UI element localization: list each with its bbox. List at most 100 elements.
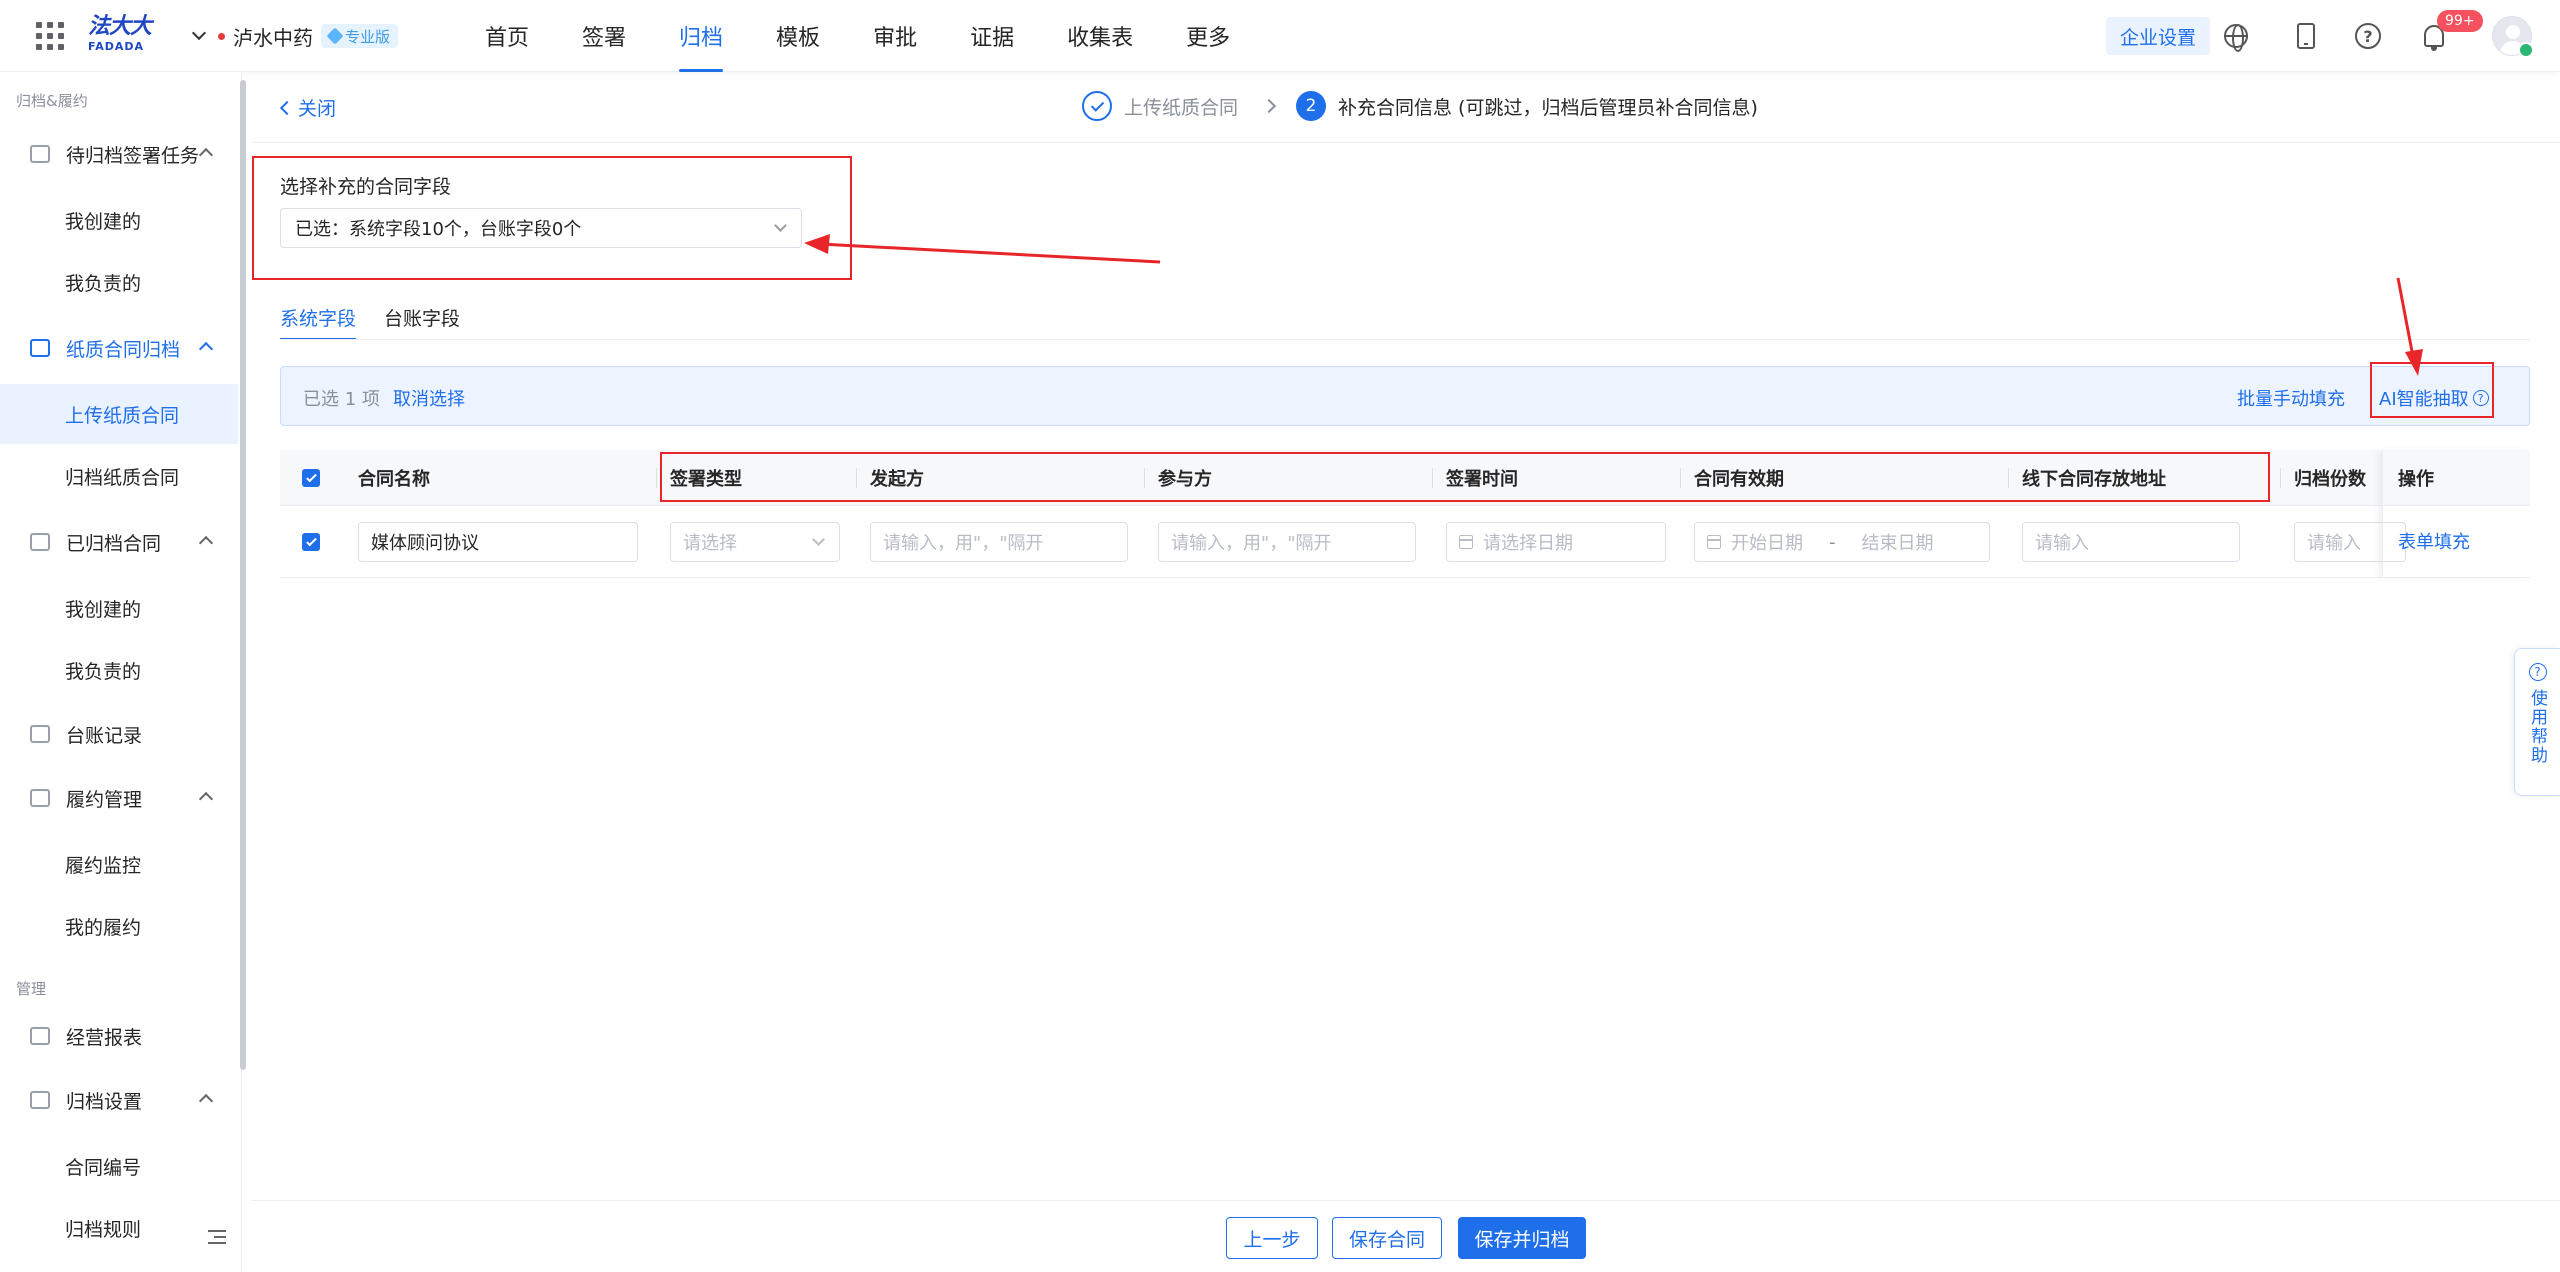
sidebar-item-archive-paper[interactable]: 归档纸质合同 xyxy=(0,446,238,506)
collapse-sidebar-icon[interactable] xyxy=(208,1230,226,1244)
tab-system-fields[interactable]: 系统字段 xyxy=(280,300,357,340)
contract-name-input[interactable]: 媒体顾问协议 xyxy=(358,522,638,562)
sidebar-item-paper-archive[interactable]: 纸质合同归档 xyxy=(0,318,238,378)
chevron-up-icon xyxy=(198,791,214,807)
sidebar-item-contract-numbering[interactable]: 合同编号 xyxy=(0,1136,238,1196)
edition-badge: 专业版 xyxy=(321,24,399,48)
sidebar-item-pending-created[interactable]: 我创建的 xyxy=(0,190,238,250)
sidebar-item-ledger-records[interactable]: 台账记录 xyxy=(0,704,238,764)
main-nav: 首页 签署 归档 模板 审批 证据 收集表 更多 xyxy=(472,0,1270,72)
tabs-divider xyxy=(280,339,2530,340)
help-float-button[interactable]: ? 使用帮助 xyxy=(2514,648,2560,796)
selection-count: 已选 1 项 xyxy=(303,389,380,410)
sidebar-item-label: 待归档签署任务 xyxy=(66,144,200,167)
mobile-icon xyxy=(2297,23,2315,49)
status-dot xyxy=(218,32,225,40)
edition-badge-label: 专业版 xyxy=(345,27,391,46)
nav-archive[interactable]: 归档 xyxy=(666,0,736,72)
form-fill-link[interactable]: 表单填充 xyxy=(2398,528,2470,554)
chevron-up-icon xyxy=(198,147,214,163)
step-2-number: 2 xyxy=(1296,91,1327,121)
chevron-down-icon xyxy=(191,25,207,41)
nav-evidence[interactable]: 证据 xyxy=(957,0,1027,72)
chevron-up-icon xyxy=(198,341,214,357)
sidebar-group-title: 管理 xyxy=(16,980,47,998)
diamond-icon xyxy=(326,27,344,45)
column-divider xyxy=(656,468,657,488)
sidebar-item-pending-tasks[interactable]: 待归档签署任务 xyxy=(0,124,238,184)
range-separator: - xyxy=(1829,531,1836,553)
cancel-selection-button[interactable]: 取消选择 xyxy=(393,385,465,411)
sidebar-item-archived-contracts[interactable]: 已归档合同 xyxy=(0,512,238,572)
nav-home[interactable]: 首页 xyxy=(472,0,542,72)
sidebar-item-my-performance[interactable]: 我的履约 xyxy=(0,896,238,956)
mobile-button[interactable] xyxy=(2292,22,2320,50)
logo-text: 法大大 xyxy=(88,14,152,39)
ledger-icon xyxy=(30,725,50,743)
batch-fill-button[interactable]: 批量手动填充 xyxy=(2237,385,2345,411)
document-icon xyxy=(30,339,50,357)
chevron-right-icon xyxy=(1261,98,1277,114)
step-2-label: 补充合同信息 (可跳过，归档后管理员补合同信息) xyxy=(1338,96,1758,119)
row-checkbox[interactable] xyxy=(302,533,320,551)
sidebar-item-archive-settings[interactable]: 归档设置 xyxy=(0,1070,238,1130)
help-button[interactable]: ? xyxy=(2354,22,2382,50)
sidebar-item-archive-rules[interactable]: 归档规则 xyxy=(0,1198,238,1258)
sign-type-placeholder: 请选择 xyxy=(683,533,737,554)
bar-chart-icon xyxy=(30,1027,50,1045)
nav-sign[interactable]: 签署 xyxy=(569,0,639,72)
org-switcher[interactable]: 泸水中药 专业版 xyxy=(191,22,399,50)
language-button[interactable] xyxy=(2222,22,2250,52)
sidebar-group-title: 归档&履约 xyxy=(16,92,88,110)
tab-ledger-fields[interactable]: 台账字段 xyxy=(384,300,460,340)
enterprise-settings-button[interactable]: 企业设置 xyxy=(2106,17,2211,55)
sidebar-scrollbar[interactable] xyxy=(240,80,246,1070)
sidebar-item-archived-created[interactable]: 我创建的 xyxy=(0,578,238,638)
initiator-input[interactable]: 请输入，用"，"隔开 xyxy=(870,522,1128,562)
sign-time-picker[interactable]: 请选择日期 xyxy=(1446,522,1666,562)
sign-type-select[interactable]: 请选择 xyxy=(670,522,840,562)
contract-name-value: 媒体顾问协议 xyxy=(371,533,479,554)
archive-box-icon xyxy=(30,533,50,551)
initiator-placeholder: 请输入，用"，"隔开 xyxy=(883,533,1044,554)
main-content: 关闭 上传纸质合同 2 补充合同信息 (可跳过，归档后管理员补合同信息) 选择补… xyxy=(252,72,2560,1272)
prev-step-button[interactable]: 上一步 xyxy=(1226,1217,1318,1259)
participant-placeholder: 请输入，用"，"隔开 xyxy=(1171,533,1332,554)
fadada-logo[interactable]: 法大大 FADADA xyxy=(88,16,154,56)
sidebar-item-performance-mgmt[interactable]: 履约管理 xyxy=(0,768,238,828)
nav-template[interactable]: 模板 xyxy=(763,0,833,72)
annotation-box-field-select xyxy=(252,156,852,280)
fixed-action-column xyxy=(2382,450,2530,578)
nav-approval[interactable]: 审批 xyxy=(860,0,930,72)
sidebar-item-label: 经营报表 xyxy=(66,1026,143,1049)
save-contract-button[interactable]: 保存合同 xyxy=(1332,1217,1442,1259)
field-tabs: 系统字段 台账字段 xyxy=(280,300,488,340)
select-all-checkbox[interactable] xyxy=(302,469,320,487)
sidebar-item-label: 纸质合同归档 xyxy=(66,338,181,361)
sidebar-item-upload-paper[interactable]: 上传纸质合同 xyxy=(0,384,238,444)
close-link[interactable]: 关闭 xyxy=(279,94,337,121)
sidebar-item-label: 履约管理 xyxy=(66,788,143,811)
folder-settings-icon xyxy=(30,1091,50,1109)
close-label: 关闭 xyxy=(298,98,337,120)
logo-subtext: FADADA xyxy=(88,40,145,53)
participant-input[interactable]: 请输入，用"，"隔开 xyxy=(1158,522,1416,562)
sidebar-item-label: 归档设置 xyxy=(66,1090,143,1113)
top-navigation-bar: 法大大 FADADA 泸水中药 专业版 首页 签署 归档 模板 审批 证据 收集… xyxy=(0,0,2560,72)
nav-collection-form[interactable]: 收集表 xyxy=(1054,0,1146,72)
nav-more[interactable]: 更多 xyxy=(1173,0,1243,72)
app-grid-icon[interactable] xyxy=(36,22,64,50)
divider xyxy=(252,142,2560,143)
sign-time-placeholder: 请选择日期 xyxy=(1483,533,1573,554)
offline-address-input[interactable]: 请输入 xyxy=(2022,522,2240,562)
sidebar-item-pending-responsible[interactable]: 我负责的 xyxy=(0,252,238,312)
question-icon: ? xyxy=(2355,23,2381,49)
chevron-up-icon xyxy=(198,1093,214,1109)
chevron-left-icon xyxy=(279,100,295,115)
org-name: 泸水中药 xyxy=(233,25,313,50)
sidebar-item-business-report[interactable]: 经营报表 xyxy=(0,1006,238,1066)
save-and-archive-button[interactable]: 保存并归档 xyxy=(1458,1217,1586,1259)
validity-range-picker[interactable]: 开始日期 - 结束日期 xyxy=(1694,522,1990,562)
sidebar-item-archived-responsible[interactable]: 我负责的 xyxy=(0,640,238,700)
sidebar-item-performance-monitor[interactable]: 履约监控 xyxy=(0,834,238,894)
